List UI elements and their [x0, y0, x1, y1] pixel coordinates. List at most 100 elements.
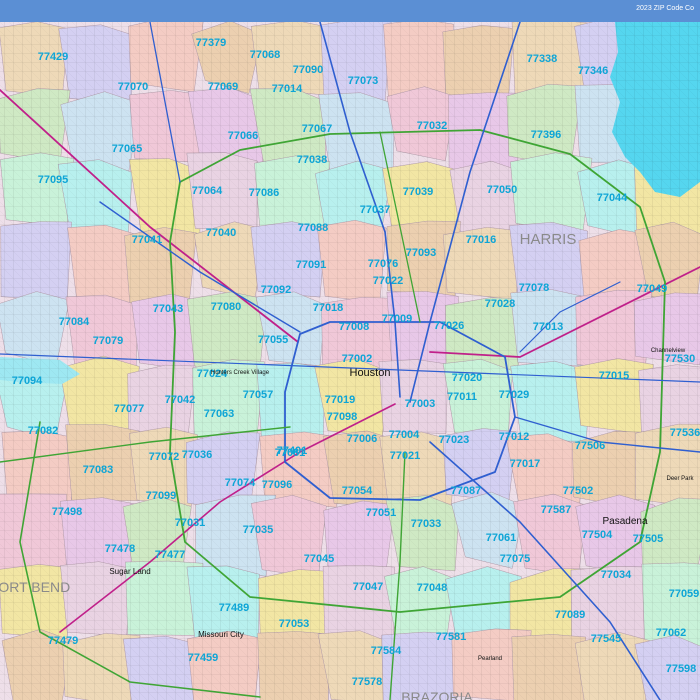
zip-label-77053: 77053 — [279, 618, 310, 630]
zip-label-77070: 77070 — [118, 81, 149, 93]
zip-label-77094: 77094 — [12, 375, 43, 387]
zip-label-77067: 77067 — [302, 123, 333, 135]
zip-label-77087: 77087 — [451, 485, 482, 497]
zip-label-77581: 77581 — [436, 631, 467, 643]
zip-label-77504: 77504 — [582, 529, 613, 541]
city-label-hunters-creek-village: Hunters Creek Village — [211, 370, 270, 376]
zip-label-77092: 77092 — [261, 284, 292, 296]
zip-label-77477: 77477 — [155, 549, 186, 561]
zip-label-77088: 77088 — [298, 222, 329, 234]
zip-label-77015: 77015 — [599, 370, 630, 382]
zip-label-77396: 77396 — [531, 129, 562, 141]
zip-label-77034: 77034 — [601, 569, 632, 581]
zip-label-77064: 77064 — [192, 185, 223, 197]
zip-label-77065: 77065 — [112, 143, 143, 155]
zip-label-77076: 77076 — [368, 258, 399, 270]
zip-label-77032: 77032 — [417, 120, 448, 132]
zip-label-77028: 77028 — [485, 298, 516, 310]
zip-code-map[interactable]: 2023 ZIP Code Co 77379 77429 77070 77068… — [0, 0, 700, 700]
zip-label-77004: 77004 — [389, 429, 420, 441]
zip-label-77031: 77031 — [175, 517, 206, 529]
zip-label-77338: 77338 — [527, 53, 558, 65]
zip-label-77011: 77011 — [447, 391, 477, 403]
zip-label-77498: 77498 — [52, 506, 83, 518]
zip-label-77069: 77069 — [208, 81, 239, 93]
map-title: 2023 ZIP Code Co — [636, 5, 694, 12]
zip-label-77584: 77584 — [371, 645, 402, 657]
zip-label-77505: 77505 — [633, 533, 664, 545]
zip-label-77089: 77089 — [555, 609, 586, 621]
zip-label-77346: 77346 — [578, 65, 609, 77]
zip-label-77379: 77379 — [196, 37, 227, 49]
zip-label-77479: 77479 — [48, 635, 79, 647]
zip-label-77075: 77075 — [500, 553, 531, 565]
zip-label-77051: 77051 — [366, 507, 397, 519]
zip-label-77020: 77020 — [452, 372, 483, 384]
zip-label-77073: 77073 — [348, 75, 379, 87]
zip-label-77037: 77037 — [360, 204, 391, 216]
zip-label-77083: 77083 — [83, 464, 114, 476]
zip-label-77029: 77029 — [499, 389, 530, 401]
zip-label-77068: 77068 — [250, 49, 281, 61]
county-label-fort-bend: FORT BEND — [0, 579, 70, 595]
zip-label-77019: 77019 — [325, 394, 356, 406]
zip-label-77099: 77099 — [146, 490, 177, 502]
city-label-missouri-city: Missouri City — [198, 630, 244, 639]
zip-label-77401: 77401 — [277, 445, 308, 457]
zip-label-77039: 77039 — [403, 186, 434, 198]
zip-label-77016: 77016 — [466, 234, 497, 246]
zip-label-77054: 77054 — [342, 485, 373, 497]
zip-label-77066: 77066 — [228, 130, 259, 142]
zip-label-77013: 77013 — [533, 321, 564, 333]
zip-label-77009: 77009 — [382, 313, 413, 325]
zip-label-77022: 77022 — [373, 275, 404, 287]
city-label-sugar-land: Sugar Land — [109, 567, 150, 576]
zip-label-77042: 77042 — [165, 394, 196, 406]
zip-label-77080: 77080 — [211, 301, 242, 313]
zip-label-77429: 77429 — [38, 51, 69, 63]
zip-label-77077: 77077 — [114, 403, 145, 415]
county-label-brazoria: BRAZORIA — [401, 689, 473, 700]
zip-label-77489: 77489 — [219, 602, 250, 614]
zip-label-77506: 77506 — [575, 440, 606, 452]
zip-label-77478: 77478 — [105, 543, 136, 555]
zip-label-77057: 77057 — [243, 389, 274, 401]
city-label-pasadena: Pasadena — [602, 516, 647, 527]
city-label-houston: Houston — [350, 367, 391, 379]
zip-label-77050: 77050 — [487, 184, 518, 196]
zip-label-77061: 77061 — [486, 532, 517, 544]
zip-label-77043: 77043 — [153, 303, 184, 315]
zip-label-77093: 77093 — [406, 247, 437, 259]
zip-label-77587: 77587 — [541, 504, 572, 516]
zip-label-77033: 77033 — [411, 518, 442, 530]
zip-label-77072: 77072 — [149, 451, 180, 463]
zip-label-77035: 77035 — [243, 524, 274, 536]
zip-label-77095: 77095 — [38, 174, 69, 186]
zip-label-77048: 77048 — [417, 582, 448, 594]
zip-label-77047: 77047 — [353, 581, 384, 593]
zip-label-77044: 77044 — [597, 192, 628, 204]
zip-label-77017: 77017 — [510, 458, 541, 470]
zip-label-77079: 77079 — [93, 335, 124, 347]
zip-label-77086: 77086 — [249, 187, 280, 199]
zip-label-77084: 77084 — [59, 316, 90, 328]
zip-label-77026: 77026 — [434, 320, 465, 332]
zip-label-77578: 77578 — [352, 676, 383, 688]
zip-label-77059: 77059 — [669, 588, 700, 600]
zip-label-77021: 77021 — [390, 450, 421, 462]
zip-label-77074: 77074 — [225, 477, 256, 489]
zip-label-77055: 77055 — [258, 334, 289, 346]
zip-label-77098: 77098 — [327, 411, 358, 423]
zip-label-77002: 77002 — [342, 353, 373, 365]
title-bar: 2023 ZIP Code Co — [0, 0, 700, 23]
zip-label-77082: 77082 — [28, 425, 59, 437]
zip-label-77091: 77091 — [296, 259, 327, 271]
county-label-harris: HARRIS — [520, 231, 577, 248]
zip-label-77090: 77090 — [293, 64, 324, 76]
zip-label-77018: 77018 — [313, 302, 344, 314]
zip-label-77502: 77502 — [563, 485, 594, 497]
map-canvas[interactable]: 77379 77429 77070 77068 77090 77073 77338 77346… — [0, 22, 700, 700]
zip-label-77023: 77023 — [439, 434, 470, 446]
zip-label-77545: 77545 — [591, 633, 622, 645]
zip-label-77008: 77008 — [339, 321, 370, 333]
